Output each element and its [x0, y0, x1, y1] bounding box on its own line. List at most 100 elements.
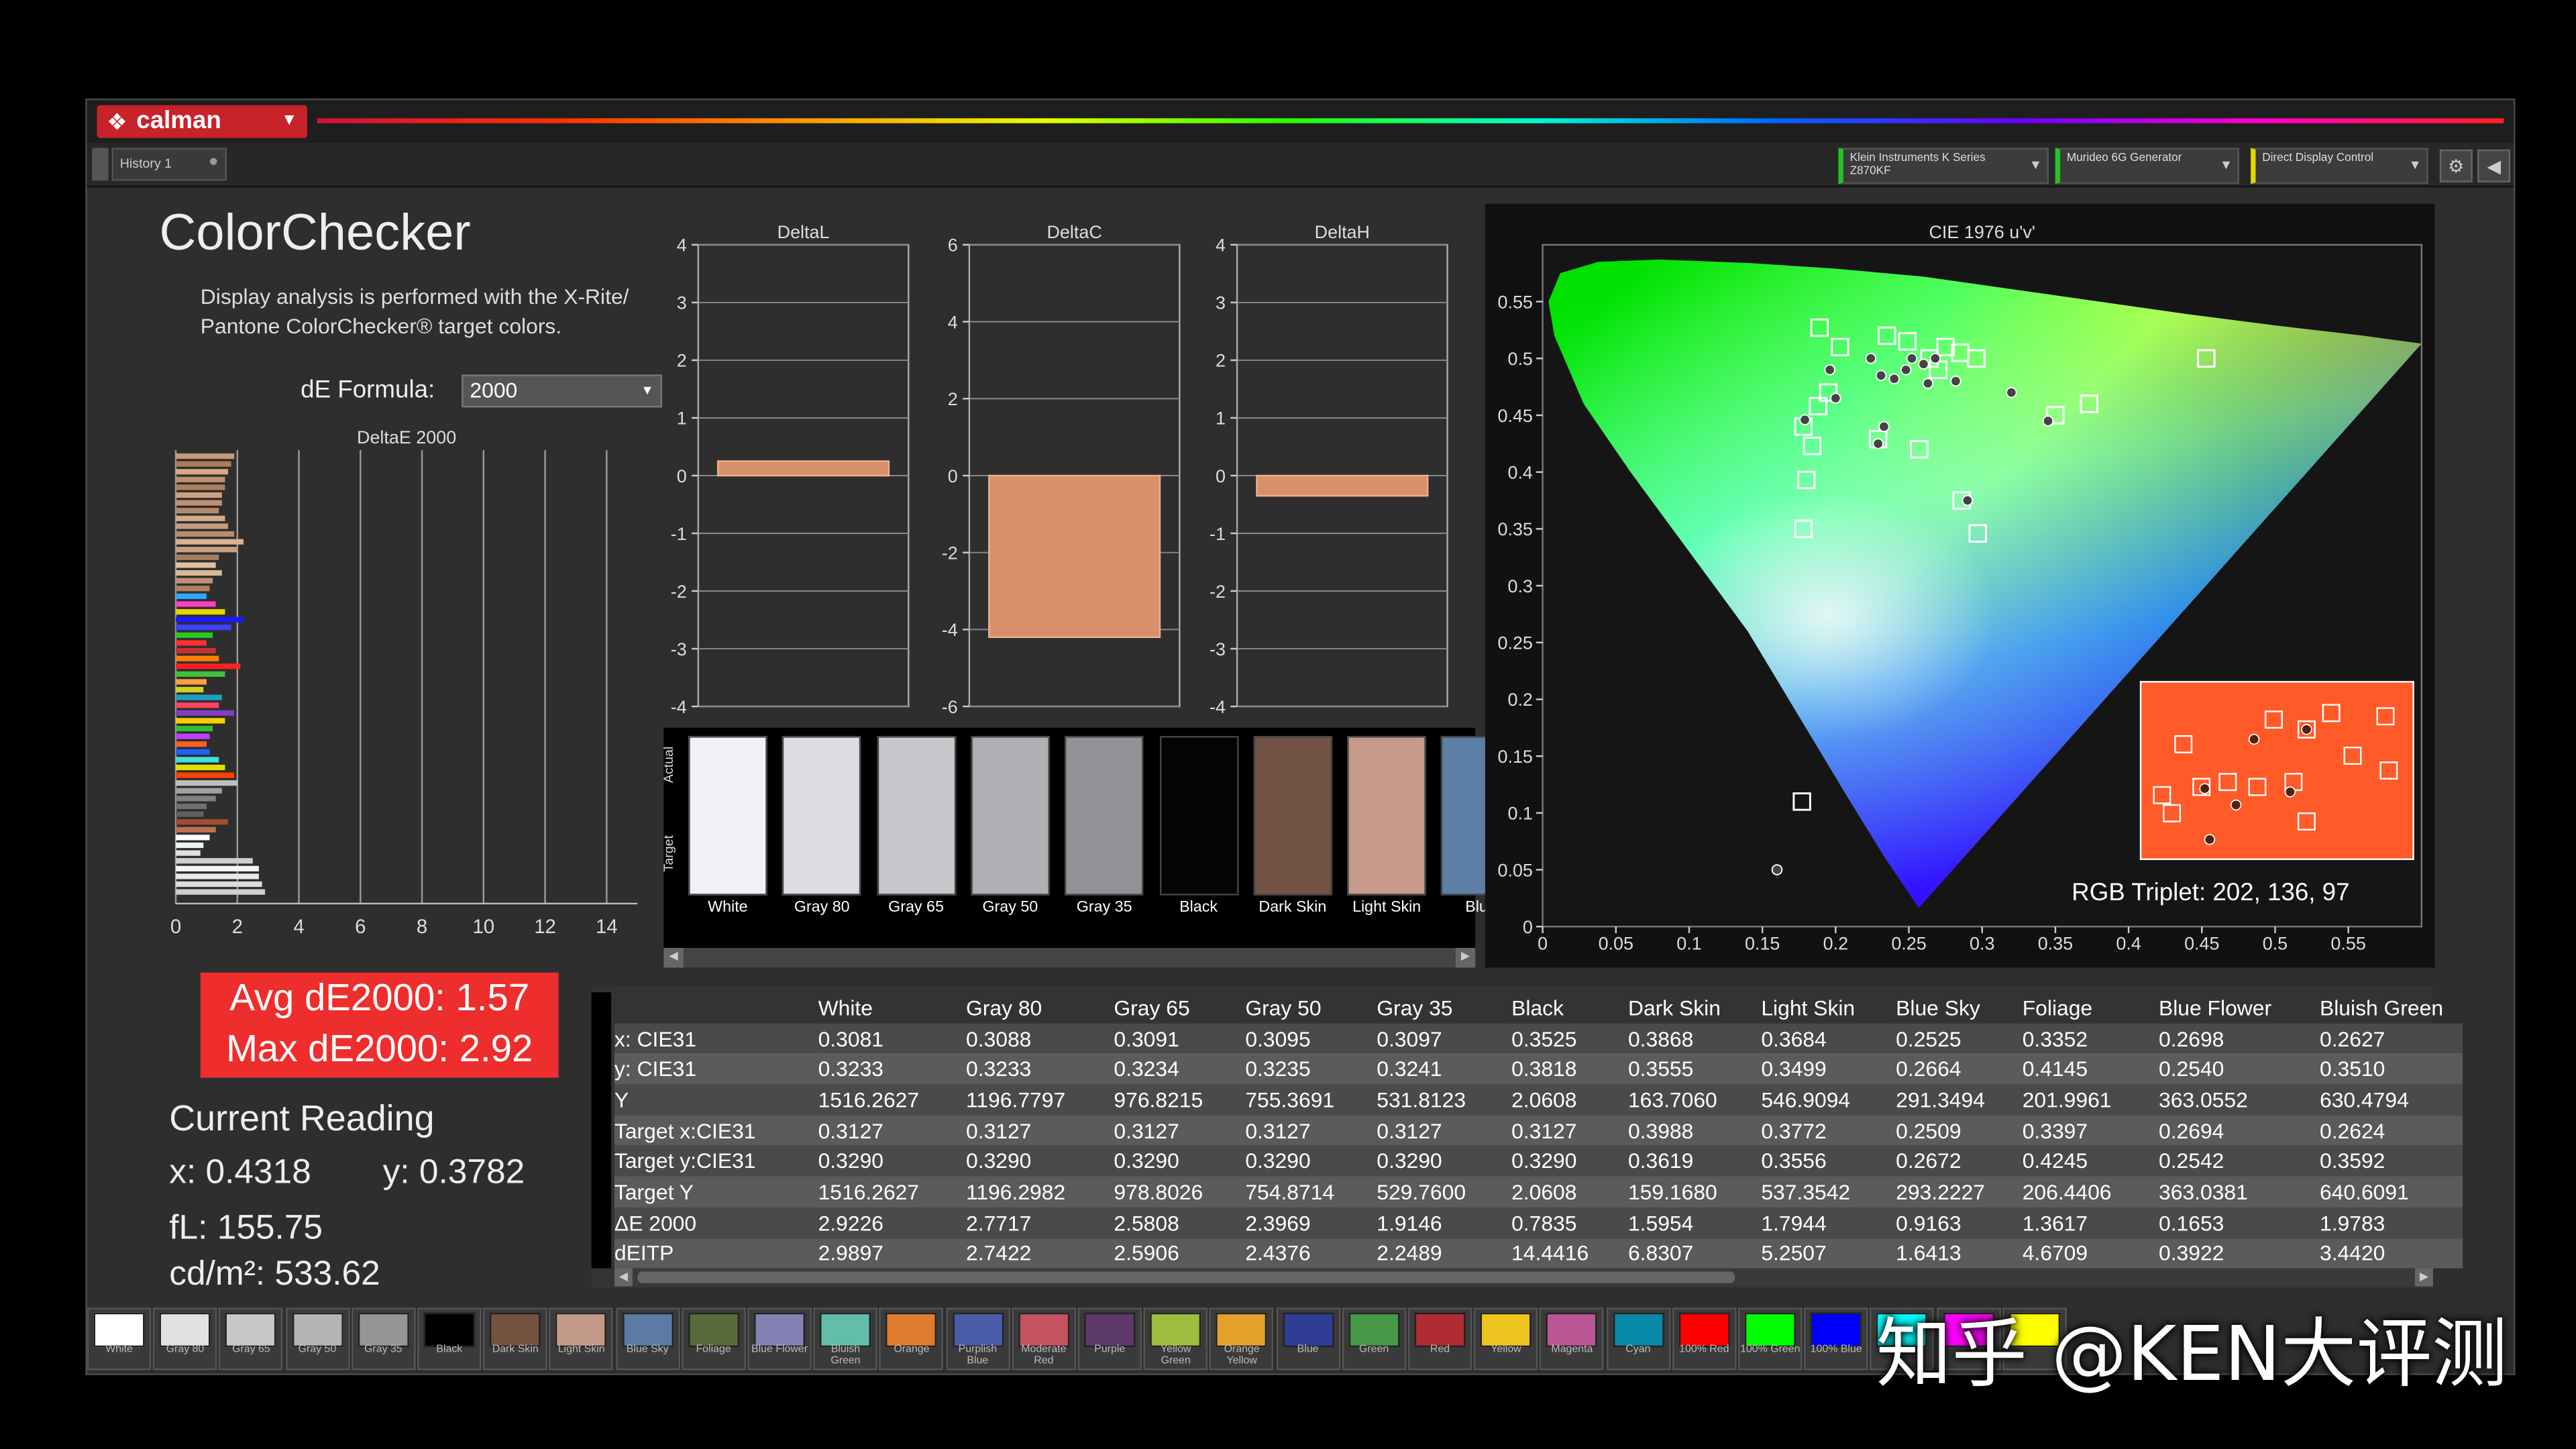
patch-button[interactable]: Magenta: [1540, 1307, 1605, 1371]
patch-button[interactable]: Yellow: [1474, 1307, 1538, 1371]
patch-button[interactable]: Moderate Red: [1012, 1307, 1076, 1371]
swatch-light-skin[interactable]: [1347, 736, 1426, 896]
collapse-button[interactable]: ◀: [2477, 149, 2511, 182]
patch-button[interactable]: White: [87, 1307, 152, 1371]
column-header[interactable]: Gray 65: [1114, 992, 1245, 1023]
scroll-right-arrow[interactable]: ▶: [1455, 948, 1476, 968]
patch-button[interactable]: Orange Yellow: [1210, 1307, 1274, 1371]
patch-button[interactable]: Foliage: [681, 1307, 746, 1371]
swatch-gray-35[interactable]: [1065, 736, 1144, 896]
column-header[interactable]: Light Skin: [1761, 992, 1896, 1023]
patch-button[interactable]: Cyan: [1606, 1307, 1670, 1371]
patch-button[interactable]: 100% Green: [1738, 1307, 1803, 1371]
row-label: Y: [614, 1084, 818, 1116]
device-selector-display[interactable]: Direct Display Control ▼: [2251, 148, 2428, 184]
y-tick-label: 2: [677, 351, 687, 371]
y-tick-label: 1: [1216, 409, 1226, 429]
deltae-bar: [176, 788, 222, 794]
inset-measured-point: [2204, 834, 2216, 845]
table-cell: 529.7600: [1377, 1176, 1512, 1208]
column-header[interactable]: Blue Flower: [2159, 992, 2320, 1023]
patch-label: Blue: [1297, 1344, 1319, 1356]
patch-button[interactable]: 100% Blue: [1804, 1307, 1868, 1371]
column-header[interactable]: Gray 80: [966, 992, 1114, 1023]
table-cell: 1.6413: [1896, 1238, 2023, 1269]
device-selector-generator[interactable]: Murideo 6G Generator ▼: [2055, 148, 2239, 184]
swatch-dark-skin[interactable]: [1253, 736, 1332, 896]
table-row: Target y:CIE31 0.3290 0.3290 0.3290 0.3290 0.…: [614, 1146, 2463, 1177]
deltae-bar: [176, 601, 216, 607]
deltae-bar: [176, 858, 253, 864]
patch-button[interactable]: Orange: [879, 1307, 944, 1371]
patch-button[interactable]: Gray 80: [153, 1307, 217, 1371]
patch-button[interactable]: Black: [417, 1307, 482, 1371]
patch-button[interactable]: 100% Red: [1672, 1307, 1737, 1371]
patch-button[interactable]: Gray 65: [219, 1307, 284, 1371]
patch-button[interactable]: Purplish Blue: [945, 1307, 1010, 1371]
scroll-right-arrow[interactable]: ▶: [2415, 1268, 2433, 1287]
scroll-left-arrow[interactable]: ◀: [663, 948, 684, 968]
table-cell: 2.9226: [818, 1207, 967, 1238]
swatch-gray-65[interactable]: [876, 736, 956, 896]
current-reading-title: Current Reading: [169, 1097, 435, 1139]
patch-button[interactable]: Gray 50: [285, 1307, 350, 1371]
patch-button[interactable]: Gray 35: [351, 1307, 416, 1371]
patch-color-chip: [1811, 1312, 1862, 1348]
patch-color-chip: [93, 1312, 145, 1348]
table-scrollbar[interactable]: ◀ ▶: [614, 1268, 2433, 1287]
deltae-bar: [176, 796, 216, 802]
patch-button[interactable]: Bluish Green: [813, 1307, 878, 1371]
swatch-black[interactable]: [1159, 736, 1238, 896]
swatch-scrollbar[interactable]: ◀ ▶: [663, 948, 1476, 968]
patch-label: Black: [436, 1344, 463, 1356]
table-cell: 0.3235: [1245, 1053, 1377, 1085]
patch-button[interactable]: Purple: [1077, 1307, 1142, 1371]
deltae-bar: [176, 625, 231, 631]
close-tab-icon[interactable]: ●: [209, 153, 219, 171]
y-tick-label: 0: [1523, 917, 1533, 937]
table-cell: 0.3241: [1377, 1053, 1512, 1085]
column-header[interactable]: Blue Sky: [1896, 992, 2023, 1023]
patch-button[interactable]: Blue Sky: [615, 1307, 680, 1371]
table-cell: 363.0381: [2158, 1176, 2320, 1208]
scroll-left-arrow[interactable]: ◀: [614, 1268, 633, 1287]
panel-toggle-button[interactable]: [92, 148, 109, 181]
swatch-gray-80[interactable]: [782, 736, 862, 896]
column-header[interactable]: [614, 992, 818, 1023]
row-label: Target Y: [614, 1176, 818, 1208]
patch-button[interactable]: Green: [1342, 1307, 1406, 1371]
column-header[interactable]: Foliage: [2023, 992, 2159, 1023]
scroll-thumb[interactable]: [637, 1271, 1735, 1283]
y-tick-label: 0: [1216, 466, 1226, 486]
de-formula-select[interactable]: 2000 ▼: [462, 374, 662, 408]
deltae-bar: [176, 632, 213, 638]
deltae-bar: [176, 476, 225, 482]
settings-gear-button[interactable]: ⚙: [2439, 149, 2473, 182]
column-header[interactable]: Dark Skin: [1628, 992, 1761, 1023]
y-tick-label: 0: [677, 466, 687, 486]
patch-button[interactable]: Blue Flower: [747, 1307, 812, 1371]
calman-menu-button[interactable]: ❖ calman ▼: [97, 105, 307, 138]
deltae-bar: [176, 733, 210, 739]
column-header[interactable]: Gray 50: [1245, 992, 1377, 1023]
patch-button[interactable]: Red: [1407, 1307, 1472, 1371]
column-header[interactable]: Bluish Green: [2320, 992, 2463, 1023]
patch-button[interactable]: Yellow Green: [1143, 1307, 1208, 1371]
patch-label: Red: [1430, 1344, 1450, 1356]
table-cell: 2.7717: [966, 1207, 1114, 1238]
patch-button[interactable]: Light Skin: [549, 1307, 614, 1371]
patch-button[interactable]: Dark Skin: [483, 1307, 547, 1371]
row-label: x: CIE31: [614, 1022, 818, 1054]
table-cell: 5.2507: [1761, 1238, 1896, 1269]
swatch-white[interactable]: [688, 736, 767, 896]
column-header[interactable]: Gray 35: [1377, 992, 1511, 1023]
device-selector-meter[interactable]: Klein Instruments K Series Z870KF ▼: [1838, 148, 2049, 184]
column-header[interactable]: White: [818, 992, 966, 1023]
delta-bar: [1256, 474, 1429, 497]
table-cell: 363.0552: [2158, 1084, 2320, 1116]
swatch-gray-50[interactable]: [971, 736, 1050, 896]
tab-history-1[interactable]: History 1 ●: [111, 148, 227, 181]
column-header[interactable]: Black: [1511, 992, 1628, 1023]
x-tick-label: 12: [534, 916, 556, 938]
patch-button[interactable]: Blue: [1275, 1307, 1340, 1371]
